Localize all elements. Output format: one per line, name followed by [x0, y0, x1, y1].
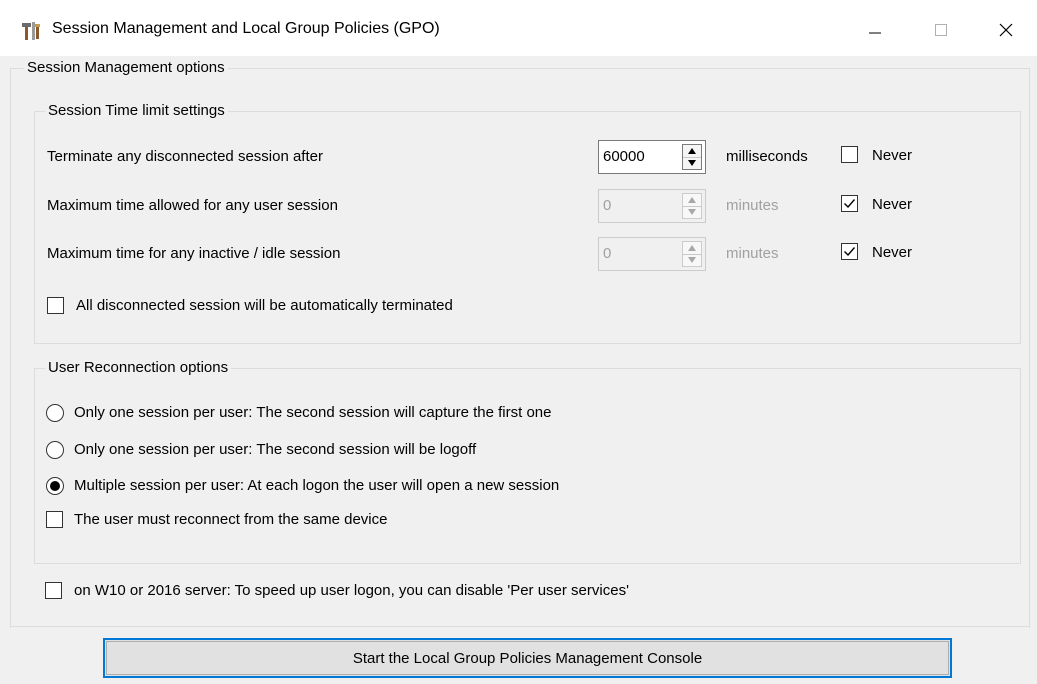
minimize-button[interactable] [847, 8, 903, 52]
reconnection-group [34, 368, 1021, 564]
idle-session-value: 0 [603, 245, 612, 262]
idle-session-unit: minutes [726, 245, 779, 262]
disconnected-session-label: Terminate any disconnected session after [47, 148, 323, 165]
stepper-down-button[interactable] [683, 254, 701, 266]
disconnected-timeout-value: 60000 [603, 148, 645, 165]
idle-session-never-label: Never [872, 244, 913, 261]
arrow-down-icon [688, 209, 696, 215]
same-device-checkbox[interactable] [46, 511, 63, 528]
max-session-stepper[interactable]: 0 [598, 189, 706, 223]
idle-session-stepper[interactable]: 0 [598, 237, 706, 271]
separator [10, 626, 1030, 627]
auto-terminate-checkbox[interactable] [47, 297, 64, 314]
radio-logoff-second-label: Only one session per user: The second se… [74, 441, 477, 458]
radio-capture-first-label: Only one session per user: The second se… [74, 404, 552, 421]
close-button[interactable] [978, 8, 1034, 52]
stepper-down-button[interactable] [683, 206, 701, 218]
session-management-legend: Session Management options [24, 59, 228, 76]
max-session-unit: minutes [726, 197, 779, 214]
auto-terminate-label: All disconnected session will be automat… [76, 297, 453, 314]
max-session-label: Maximum time allowed for any user sessio… [47, 197, 338, 214]
arrow-up-icon [688, 245, 696, 251]
radio-multiple-session-label: Multiple session per user: At each logon… [74, 477, 560, 494]
stepper-arrows [682, 144, 702, 170]
close-icon [999, 23, 1013, 37]
disconnected-timeout-stepper[interactable]: 60000 [598, 140, 706, 174]
reconnection-legend: User Reconnection options [45, 359, 232, 376]
arrow-up-icon [688, 197, 696, 203]
max-session-never-label: Never [872, 196, 913, 213]
max-session-value: 0 [603, 197, 612, 214]
per-user-services-label: on W10 or 2016 server: To speed up user … [74, 582, 629, 599]
start-console-button[interactable]: Start the Local Group Policies Managemen… [103, 638, 952, 678]
stepper-arrows [682, 193, 702, 219]
title-bar: Session Management and Local Group Polic… [0, 0, 1037, 56]
same-device-label: The user must reconnect from the same de… [74, 511, 388, 528]
stepper-arrows [682, 241, 702, 267]
start-console-label: Start the Local Group Policies Managemen… [352, 649, 703, 667]
max-session-never-checkbox[interactable] [841, 195, 858, 212]
checkmark-icon [844, 199, 856, 209]
arrow-down-icon [688, 257, 696, 263]
arrow-down-icon [688, 160, 696, 166]
dialog-body: Session Management options Session Time … [0, 56, 1037, 684]
per-user-services-checkbox[interactable] [45, 582, 62, 599]
time-limit-legend: Session Time limit settings [45, 102, 228, 119]
radio-capture-first[interactable] [46, 404, 64, 422]
stepper-down-button[interactable] [683, 157, 701, 169]
window-title: Session Management and Local Group Polic… [52, 20, 440, 37]
idle-session-never-checkbox[interactable] [841, 243, 858, 260]
radio-multiple-session[interactable] [46, 477, 64, 495]
idle-session-label: Maximum time for any inactive / idle ses… [47, 245, 341, 262]
maximize-icon [935, 24, 947, 36]
arrow-up-icon [688, 148, 696, 154]
disconnected-timeout-unit: milliseconds [726, 148, 808, 165]
tools-icon [22, 22, 40, 40]
disconnected-never-checkbox[interactable] [841, 146, 858, 163]
checkmark-icon [844, 247, 856, 257]
maximize-button[interactable] [913, 8, 969, 52]
radio-logoff-second[interactable] [46, 441, 64, 459]
disconnected-never-label: Never [872, 147, 913, 164]
minimize-icon [869, 32, 881, 34]
radio-selected-dot [50, 481, 60, 491]
